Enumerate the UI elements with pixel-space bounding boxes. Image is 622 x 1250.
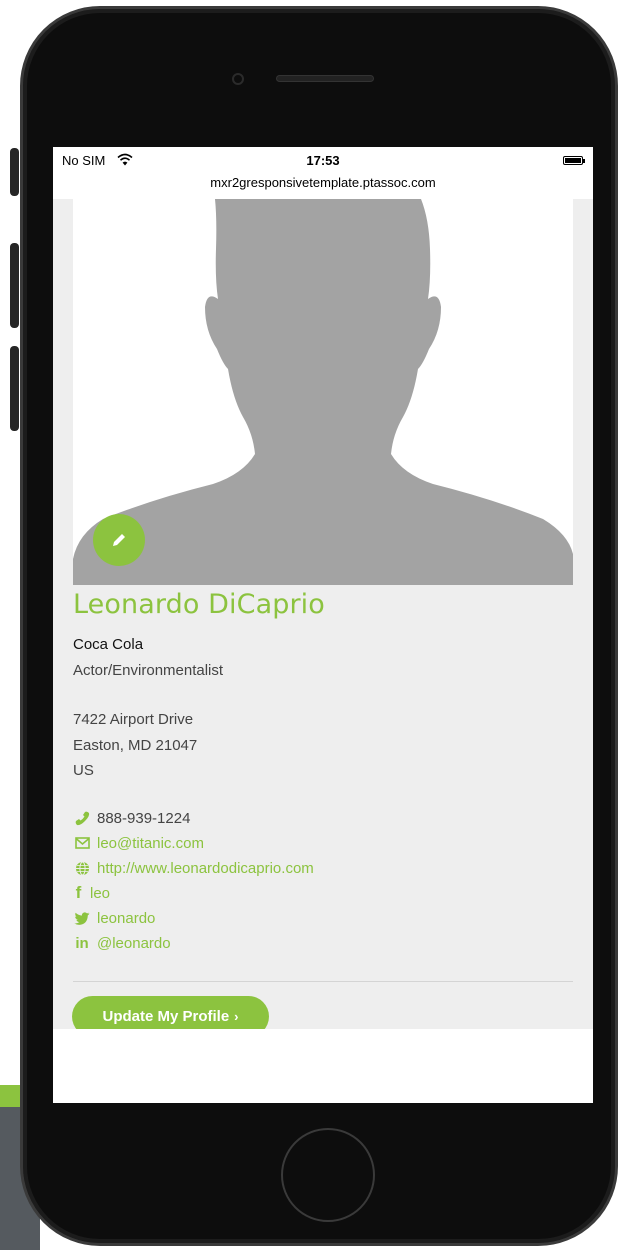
volume-down-button [10, 346, 19, 431]
email-link[interactable]: leo@titanic.com [97, 835, 204, 852]
email-row[interactable]: leo@titanic.com [73, 833, 204, 853]
mute-switch [10, 148, 19, 196]
url-bar[interactable]: mxr2gresponsivetemplate.ptassoc.com [53, 175, 593, 190]
envelope-icon [73, 835, 91, 851]
page: No SIM 17:53 mxr2gresponsivetemplate.pta… [0, 0, 622, 1250]
globe-icon [73, 860, 91, 876]
facebook-icon: f [75, 883, 82, 902]
earpiece-speaker [276, 75, 374, 82]
profile-name: Leonardo DiCaprio [73, 589, 325, 620]
phone-screen: No SIM 17:53 mxr2gresponsivetemplate.pta… [53, 147, 593, 1103]
battery-icon [563, 156, 585, 165]
phone-row[interactable]: 888-939-1224 [73, 808, 190, 828]
person-silhouette-icon [73, 199, 573, 585]
address-line-2: Easton, MD 21047 [73, 737, 198, 754]
facebook-link[interactable]: leo [90, 885, 110, 902]
phone-icon [73, 810, 91, 826]
company-name: Coca Cola [73, 636, 144, 653]
page-footer-area [53, 1029, 593, 1103]
facebook-row[interactable]: f leo [73, 883, 110, 903]
home-button[interactable] [281, 1128, 375, 1222]
status-bar: No SIM 17:53 mxr2gresponsivetemplate.pta… [53, 147, 593, 199]
website-link[interactable]: http://www.leonardodicaprio.com [97, 860, 314, 877]
job-title: Actor/Environmentalist [73, 662, 224, 679]
pencil-icon [113, 534, 125, 546]
linkedin-link[interactable]: @leonardo [97, 935, 171, 952]
clock: 17:53 [306, 153, 340, 168]
website-row[interactable]: http://www.leonardodicaprio.com [73, 858, 314, 878]
profile-photo [73, 199, 573, 585]
edit-photo-button[interactable] [93, 514, 145, 566]
profile-card: Leonardo DiCaprio Coca Cola Actor/Enviro… [53, 199, 593, 1037]
front-camera [232, 73, 244, 85]
linkedin-icon: in [75, 934, 89, 952]
address-country: US [73, 762, 94, 779]
section-divider [73, 981, 573, 982]
twitter-row[interactable]: leonardo [73, 908, 155, 928]
address-line-1: 7422 Airport Drive [73, 711, 194, 728]
volume-up-button [10, 243, 19, 328]
chevron-right-icon: › [234, 1009, 239, 1024]
update-profile-label: Update My Profile [102, 1008, 230, 1025]
linkedin-row[interactable]: in @leonardo [73, 933, 171, 953]
phone-number[interactable]: 888-939-1224 [97, 810, 190, 827]
twitter-icon [73, 910, 91, 926]
twitter-link[interactable]: leonardo [97, 910, 155, 927]
